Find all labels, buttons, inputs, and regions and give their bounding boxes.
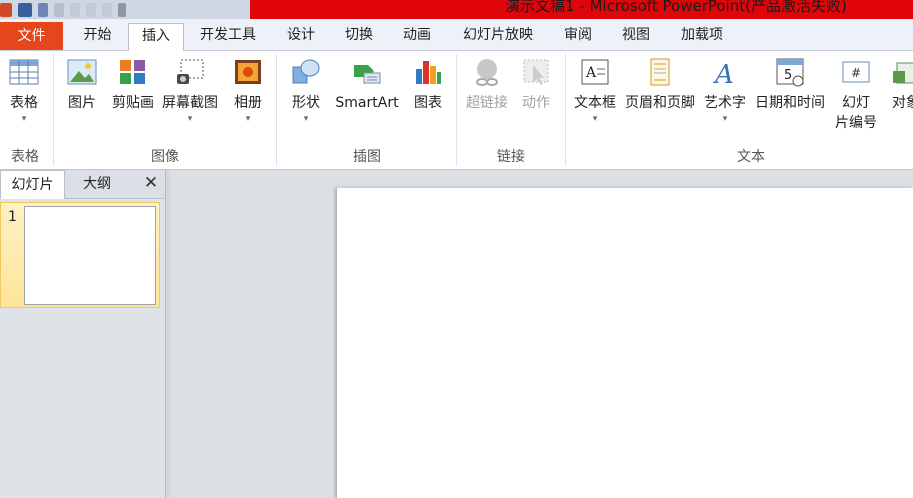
save-icon[interactable] <box>18 2 32 17</box>
table-label: 表格 <box>10 95 38 111</box>
smartart-button[interactable]: SmartArt <box>332 57 402 113</box>
window-title: 演示文稿1 - Microsoft PowerPoint(产品激活失败) <box>505 0 847 15</box>
slide-canvas[interactable] <box>337 188 913 498</box>
screenshot-button[interactable]: 屏幕截图 ▾ <box>158 57 222 125</box>
smartart-label: SmartArt <box>335 95 399 111</box>
tab-slides[interactable]: 幻灯片 <box>0 170 65 199</box>
ribbon: 表格 ▾ 表格 图片 剪贴画 屏幕截图 ▾ 相册 ▾ 图像 形状 ▾ Smart… <box>0 51 913 170</box>
customize-qat-icon[interactable] <box>118 2 126 17</box>
group-text-label: 文本 <box>737 149 765 165</box>
group-links-label: 链接 <box>497 149 525 165</box>
open-icon[interactable] <box>86 2 96 17</box>
textbox-icon: A <box>580 57 610 87</box>
shapes-icon <box>291 57 321 87</box>
svg-text:5: 5 <box>784 68 792 83</box>
undo-icon[interactable] <box>38 2 48 17</box>
quick-access-toolbar <box>0 0 132 19</box>
clipart-label: 剪贴画 <box>112 95 154 111</box>
picture-button[interactable]: 图片 <box>62 57 102 113</box>
svg-text:A: A <box>713 60 734 87</box>
chart-icon <box>413 57 443 87</box>
tab-review[interactable]: 审阅 <box>553 23 603 49</box>
textbox-label: 文本框 <box>574 95 616 111</box>
header-footer-button[interactable]: 页眉和页脚 <box>622 57 698 113</box>
slide-number-button[interactable]: # 幻灯 片编号 <box>832 57 880 133</box>
dropdown-arrow-icon: ▾ <box>722 114 728 124</box>
tab-slideshow[interactable]: 幻灯片放映 <box>451 23 545 49</box>
dropdown-arrow-icon: ▾ <box>303 114 309 124</box>
smartart-icon <box>352 57 382 87</box>
slide-number: 1 <box>8 209 17 225</box>
action-label: 动作 <box>522 95 550 111</box>
object-icon <box>891 57 913 87</box>
tab-developer[interactable]: 开发工具 <box>189 23 267 49</box>
photo-album-label: 相册 <box>234 95 262 111</box>
title-bar: 演示文稿1 - Microsoft PowerPoint(产品激活失败) <box>0 0 913 19</box>
tab-outline[interactable]: 大纲 <box>66 170 128 198</box>
slide-thumbnail[interactable] <box>24 206 156 305</box>
wordart-icon: A <box>710 57 740 90</box>
photo-album-icon <box>233 57 263 87</box>
svg-text:A: A <box>585 65 597 81</box>
dropdown-arrow-icon: ▾ <box>245 114 251 124</box>
slide-thumbnail-row[interactable]: 1 <box>0 202 160 308</box>
object-button[interactable]: 对象 <box>886 57 913 113</box>
photo-album-button[interactable]: 相册 ▾ <box>228 57 268 125</box>
wordart-label: 艺术字 <box>704 95 746 111</box>
close-icon[interactable]: ✕ <box>142 174 160 192</box>
group-illustrations-label: 插图 <box>353 149 381 165</box>
picture-label: 图片 <box>68 95 96 111</box>
textbox-button[interactable]: A 文本框 ▾ <box>572 57 618 125</box>
tab-file[interactable]: 文件 <box>0 22 63 50</box>
slide-number-icon: # <box>841 57 871 87</box>
dropdown-arrow-icon: ▾ <box>592 114 598 124</box>
dropdown-arrow-icon: ▾ <box>21 114 27 124</box>
group-table-label: 表格 <box>11 149 39 165</box>
datetime-label: 日期和时间 <box>755 95 825 111</box>
tab-transitions[interactable]: 切换 <box>334 23 384 49</box>
shapes-label: 形状 <box>292 95 320 111</box>
tab-addins[interactable]: 加载项 <box>670 23 734 49</box>
group-images-label: 图像 <box>151 149 179 165</box>
hyperlink-icon <box>472 57 502 87</box>
header-footer-label: 页眉和页脚 <box>625 95 695 111</box>
slide-number-label-line2: 片编号 <box>835 115 877 131</box>
powerpoint-logo-icon <box>0 2 12 17</box>
table-icon <box>9 57 39 87</box>
tab-design[interactable]: 设计 <box>276 23 326 49</box>
wordart-button[interactable]: A 艺术字 ▾ <box>702 57 748 125</box>
hyperlink-button[interactable]: 超链接 <box>462 57 512 113</box>
datetime-button[interactable]: 5 日期和时间 <box>752 57 828 113</box>
screenshot-label: 屏幕截图 <box>162 95 218 111</box>
clipart-button[interactable]: 剪贴画 <box>108 57 158 113</box>
new-icon[interactable] <box>70 2 80 17</box>
screenshot-icon <box>175 57 205 87</box>
shapes-button[interactable]: 形状 ▾ <box>286 57 326 125</box>
print-icon[interactable] <box>102 2 112 17</box>
picture-icon <box>67 57 97 87</box>
clipart-icon <box>118 57 148 87</box>
chart-button[interactable]: 图表 <box>408 57 448 113</box>
chart-label: 图表 <box>414 95 442 111</box>
dropdown-arrow-icon: ▾ <box>187 114 193 124</box>
table-button[interactable]: 表格 ▾ <box>4 57 44 125</box>
hyperlink-label: 超链接 <box>466 95 508 111</box>
action-button[interactable]: 动作 <box>516 57 556 113</box>
action-icon <box>521 57 551 87</box>
tab-insert[interactable]: 插入 <box>128 23 184 51</box>
ribbon-tabs: 文件 开始 插入 开发工具 设计 切换 动画 幻灯片放映 审阅 视图 加载项 <box>0 19 913 51</box>
redo-icon[interactable] <box>54 2 64 17</box>
tab-home[interactable]: 开始 <box>70 23 125 49</box>
slide-number-label-line1: 幻灯 <box>842 95 870 111</box>
header-footer-icon <box>645 57 675 87</box>
object-label: 对象 <box>892 95 913 111</box>
calendar-icon: 5 <box>775 57 805 87</box>
pane-tabs: 幻灯片 大纲 ✕ <box>0 170 165 199</box>
svg-text:#: # <box>851 66 861 80</box>
tab-animations[interactable]: 动画 <box>392 23 442 49</box>
slides-pane: 幻灯片 大纲 ✕ 1 <box>0 170 166 498</box>
tab-view[interactable]: 视图 <box>611 23 661 49</box>
